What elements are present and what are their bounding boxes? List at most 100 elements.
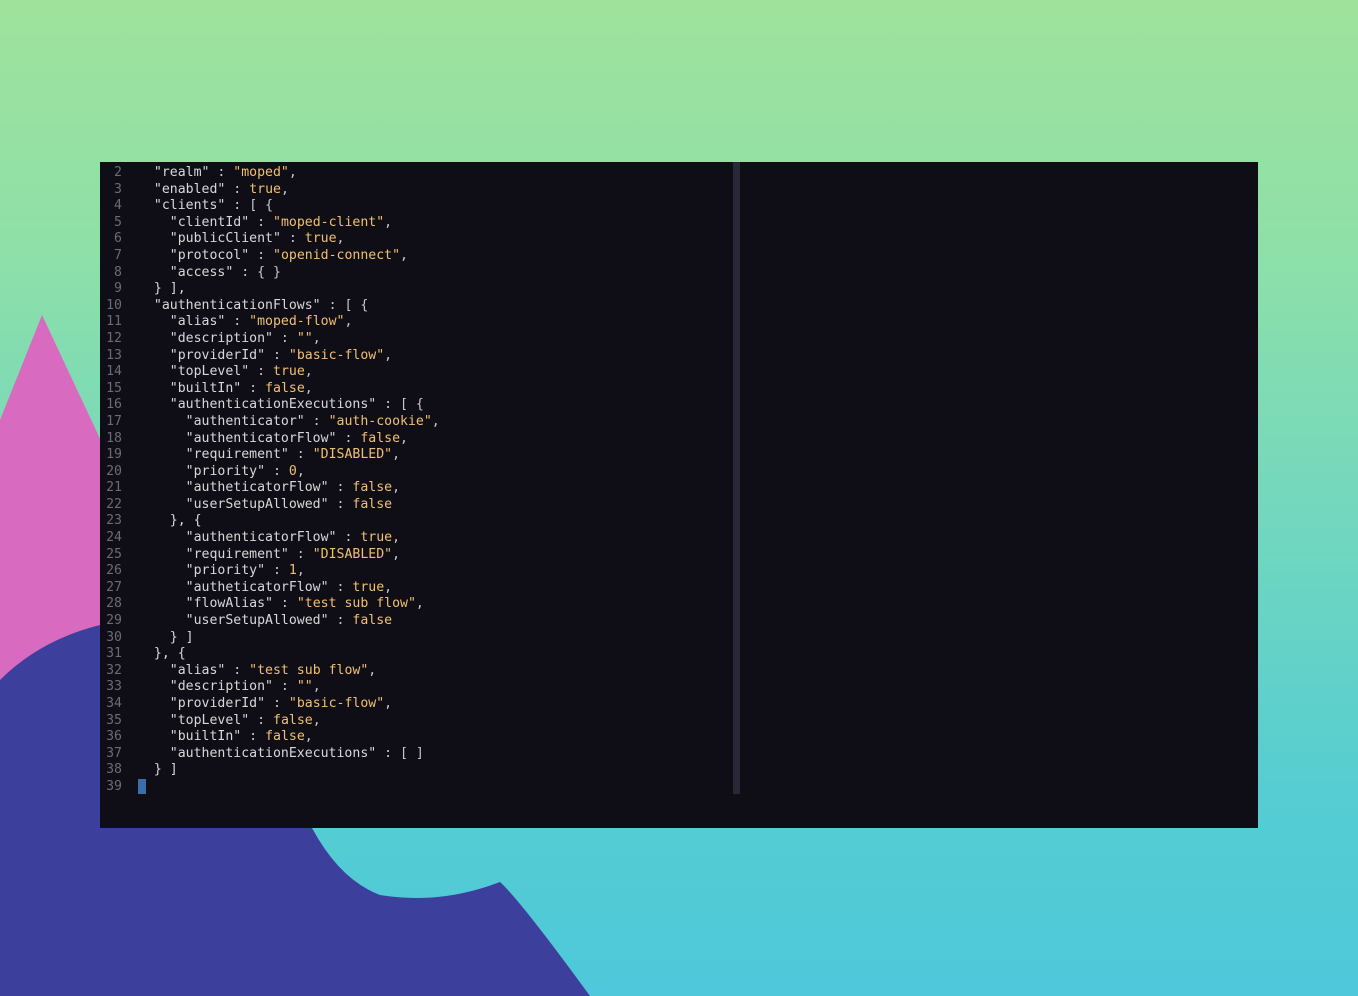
line-number: 31: [106, 646, 122, 662]
line-number: 32: [106, 662, 122, 678]
code-line[interactable]: 15 "builtIn" : false,: [100, 381, 734, 398]
line-number: 24: [106, 530, 122, 546]
line-number: 29: [106, 613, 122, 629]
line-number: 2: [114, 165, 122, 180]
empty-right-pane[interactable]: [740, 162, 1258, 828]
line-text: "userSetupAllowed" : false: [185, 496, 393, 512]
line-text: "topLevel" : false,: [169, 712, 321, 728]
code-line[interactable]: 4 "clients" : [ {: [100, 198, 734, 215]
code-line[interactable]: 38 } ]: [100, 762, 734, 779]
line-text: "topLevel" : true,: [169, 364, 313, 380]
line-number: 39: [106, 778, 122, 794]
code-line[interactable]: 6 "publicClient" : true,: [100, 231, 734, 248]
code-line[interactable]: 36 "builtIn" : false,: [100, 729, 734, 746]
line-text: "clientId" : "moped-client",: [169, 214, 393, 230]
text-cursor: }: [138, 778, 146, 794]
line-number: 14: [106, 364, 122, 380]
code-line[interactable]: 3 "enabled" : true,: [100, 182, 734, 199]
code-line[interactable]: 12 "description" : "",: [100, 331, 734, 348]
line-text: "access" : { }: [169, 264, 281, 280]
code-line[interactable]: 5 "clientId" : "moped-client",: [100, 215, 734, 232]
code-line[interactable]: 25 "requirement" : "DISABLED",: [100, 547, 734, 564]
code-line[interactable]: 33 "description" : "",: [100, 679, 734, 696]
line-number: 28: [106, 596, 122, 612]
code-line[interactable]: 9 } ],: [100, 281, 734, 298]
code-line[interactable]: 34 "providerId" : "basic-flow",: [100, 696, 734, 713]
line-text: "enabled" : true,: [153, 181, 289, 197]
line-number: 30: [106, 629, 122, 645]
code-line[interactable]: 26 "priority" : 1,: [100, 563, 734, 580]
line-text: "description" : "",: [169, 679, 321, 695]
line-number: 35: [106, 712, 122, 728]
code-line[interactable]: 22 "userSetupAllowed" : false: [100, 497, 734, 514]
line-text: }, {: [138, 646, 186, 662]
code-line[interactable]: 37 "authenticationExecutions" : [ ]: [100, 746, 734, 763]
line-text: } ]: [138, 762, 178, 778]
code-line[interactable]: 16 "authenticationExecutions" : [ {: [100, 397, 734, 414]
line-text: "publicClient" : true,: [169, 231, 345, 247]
line-number: 36: [106, 729, 122, 745]
code-line[interactable]: 31 }, {: [100, 646, 734, 663]
code-line[interactable]: 20 "priority" : 0,: [100, 464, 734, 481]
code-line[interactable]: 29 "userSetupAllowed" : false: [100, 613, 734, 630]
code-line[interactable]: 35 "topLevel" : false,: [100, 713, 734, 730]
line-text: "requirement" : "DISABLED",: [185, 546, 401, 562]
code-line[interactable]: 23 }, {: [100, 513, 734, 530]
terminal-window[interactable]: 2 "realm" : "moped", 3 "enabled" : true, 4…: [100, 162, 1258, 828]
line-text: "clients" : [ {: [153, 198, 274, 214]
code-line[interactable]: 10 "authenticationFlows" : [ {: [100, 298, 734, 315]
line-text: "requirement" : "DISABLED",: [185, 447, 401, 463]
line-number: 18: [106, 430, 122, 446]
code-editor-pane[interactable]: 2 "realm" : "moped", 3 "enabled" : true, 4…: [100, 165, 734, 805]
code-line[interactable]: 17 "authenticator" : "auth-cookie",: [100, 414, 734, 431]
line-number: 22: [106, 496, 122, 512]
line-number: 8: [114, 264, 122, 280]
code-line[interactable]: 8 "access" : { }: [100, 265, 734, 282]
line-text: "alias" : "moped-flow",: [169, 314, 353, 330]
line-number: 26: [106, 563, 122, 579]
line-text: "priority" : 0,: [185, 463, 305, 479]
line-number: 9: [114, 281, 122, 297]
code-line[interactable]: 19 "requirement" : "DISABLED",: [100, 447, 734, 464]
line-number: 38: [106, 762, 122, 778]
line-text: "authenticationFlows" : [ {: [153, 297, 369, 313]
code-line[interactable]: 14 "topLevel" : true,: [100, 364, 734, 381]
code-line[interactable]: 28 "flowAlias" : "test sub flow",: [100, 596, 734, 613]
line-text: "authenticator" : "auth-cookie",: [185, 413, 440, 429]
line-text: "protocol" : "openid-connect",: [169, 247, 408, 263]
line-text: "autheticatorFlow" : false,: [185, 480, 401, 496]
line-text: } ]: [138, 629, 194, 645]
line-number: 20: [106, 463, 122, 479]
line-text: "builtIn" : false,: [169, 380, 313, 396]
line-text: "authenticatorFlow" : true,: [185, 530, 401, 546]
code-line[interactable]: 32 "alias" : "test sub flow",: [100, 663, 734, 680]
code-line[interactable]: 24 "authenticatorFlow" : true,: [100, 530, 734, 547]
code-line[interactable]: 13 "providerId" : "basic-flow",: [100, 348, 734, 365]
line-text: }, {: [138, 513, 202, 529]
code-line[interactable]: 27 "autheticatorFlow" : true,: [100, 580, 734, 597]
line-text: "builtIn" : false,: [169, 729, 313, 745]
line-number: 17: [106, 413, 122, 429]
line-number: 3: [114, 181, 122, 197]
code-line[interactable]: 2 "realm" : "moped",: [100, 165, 734, 182]
code-line[interactable]: 39}: [100, 778, 734, 796]
code-line[interactable]: 7 "protocol" : "openid-connect",: [100, 248, 734, 265]
line-number: 4: [114, 198, 122, 214]
line-number: 37: [106, 745, 122, 761]
line-text: "flowAlias" : "test sub flow",: [185, 596, 424, 612]
line-text: "authenticatorFlow" : false,: [185, 430, 408, 446]
line-number: 27: [106, 579, 122, 595]
code-line[interactable]: 21 "autheticatorFlow" : false,: [100, 480, 734, 497]
line-text: "description" : "",: [169, 330, 321, 346]
code-line[interactable]: 30 } ]: [100, 630, 734, 647]
line-text: "priority" : 1,: [185, 563, 305, 579]
code-line[interactable]: 11 "alias" : "moped-flow",: [100, 314, 734, 331]
code-line[interactable]: 18 "authenticatorFlow" : false,: [100, 431, 734, 448]
line-text: "realm" : "moped",: [153, 165, 297, 180]
line-text: "authenticationExecutions" : [ {: [169, 397, 424, 413]
line-number: 12: [106, 330, 122, 346]
line-text: "providerId" : "basic-flow",: [169, 696, 393, 711]
line-number: 25: [106, 546, 122, 562]
line-number: 33: [106, 679, 122, 695]
pane-divider[interactable]: [733, 162, 740, 794]
